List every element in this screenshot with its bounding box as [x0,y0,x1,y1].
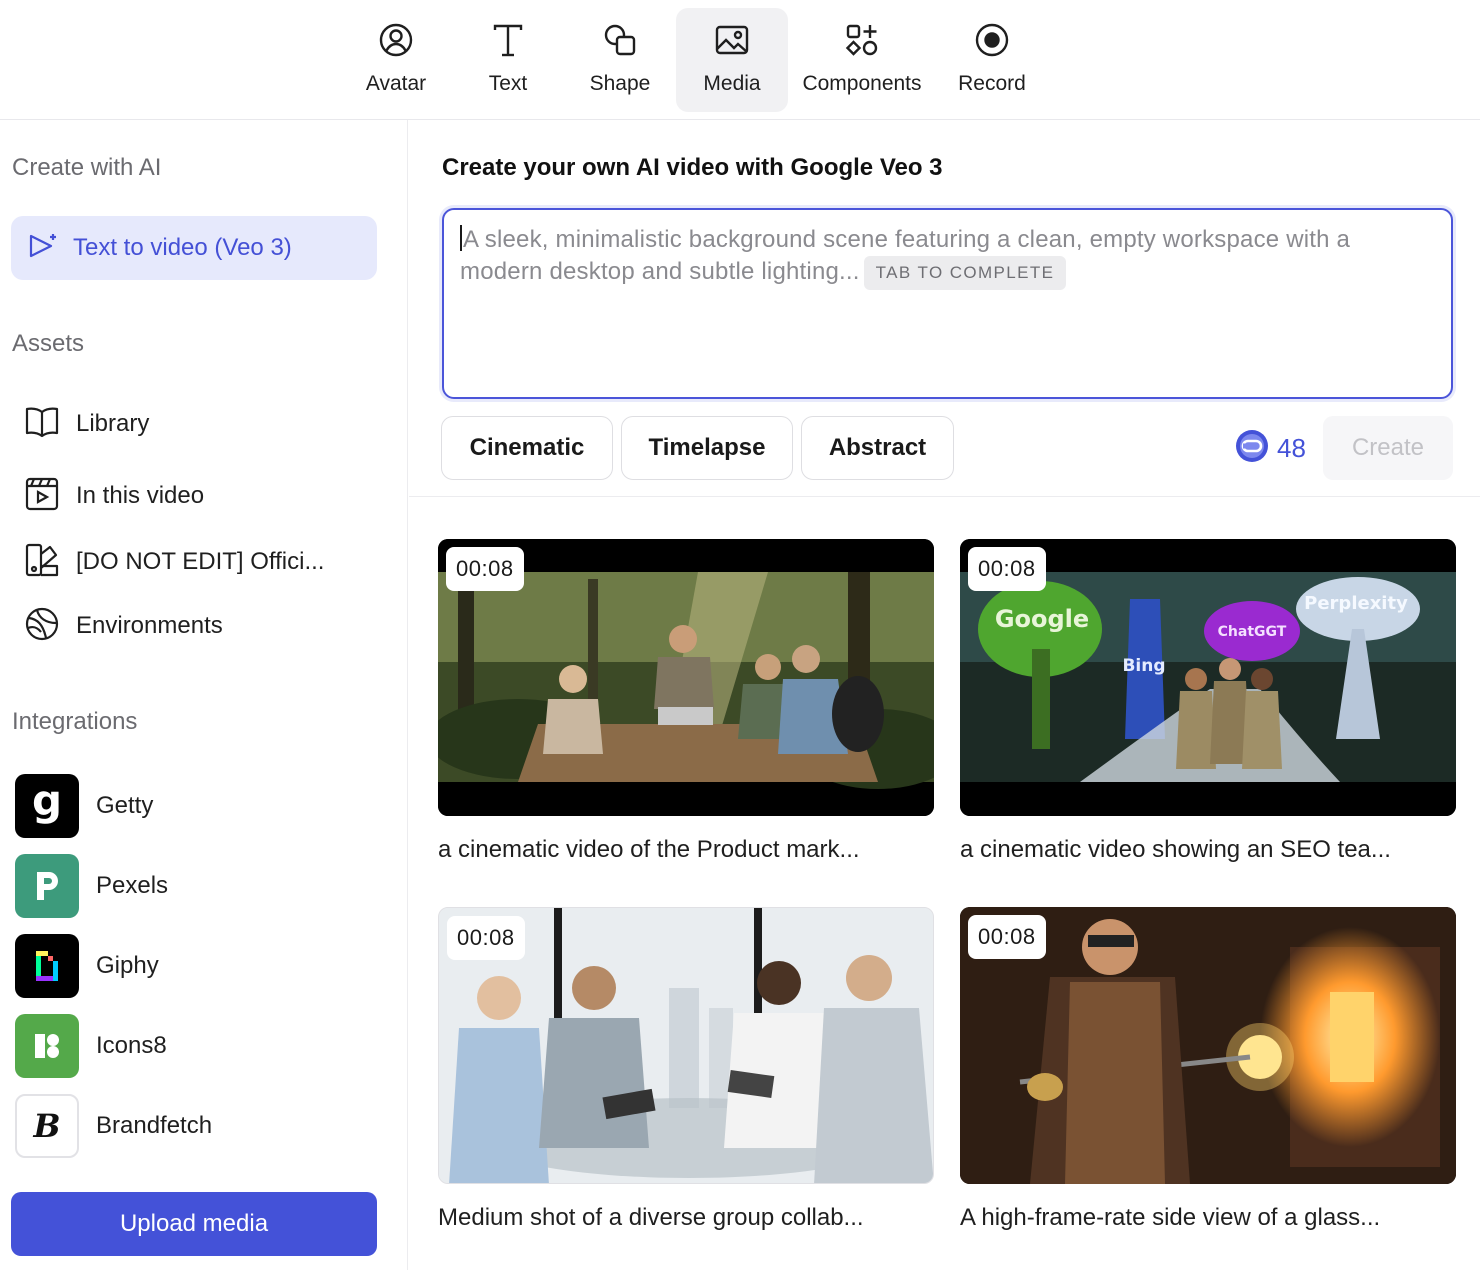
media-icon [714,22,750,58]
asset-label: [DO NOT EDIT] Offici... [76,548,325,575]
video-caption: a cinematic video of the Product mark... [438,836,860,863]
style-chip-cinematic[interactable]: Cinematic [441,416,613,480]
tool-label: Avatar [365,72,427,95]
components-icon [844,22,880,58]
video-frame-icon [24,476,60,517]
asset-brand-kit[interactable]: [DO NOT EDIT] Offici... [24,540,324,584]
giphy-logo [15,934,79,998]
perplexity-label: Perplexity [1304,593,1408,614]
asset-in-this-video[interactable]: In this video [24,474,204,518]
main-panel: Create your own AI video with Google Veo… [409,120,1480,1270]
text-caret [460,225,462,251]
integration-label: Getty [96,792,154,819]
tool-media[interactable]: Media [676,8,788,112]
shape-icon [602,22,638,58]
asset-label: In this video [76,482,205,509]
text-icon [490,22,526,58]
integration-label: Icons8 [96,1032,167,1059]
bing-label: Bing [1122,656,1165,676]
tool-shape[interactable]: Shape [564,8,676,112]
tool-label: Media [703,72,761,95]
tool-record[interactable]: Record [936,8,1048,112]
asset-environments[interactable]: Environments [24,604,223,648]
video-thumbnail[interactable]: Google Bing ChatGGT Perplexity 00:08 [960,539,1456,816]
video-duration: 00:08 [968,915,1046,959]
upload-media-button[interactable]: Upload media [11,1192,377,1256]
tool-text[interactable]: Text [452,8,564,112]
video-card[interactable]: 00:08 a cinematic video of the Product m… [438,539,934,864]
integration-label: Giphy [96,952,159,979]
svg-text:B: B [32,1107,60,1145]
credits-counter: 48 [1235,429,1306,468]
text-to-video-button[interactable]: Text to video (Veo 3) [11,216,377,280]
create-button[interactable]: Create [1323,416,1453,480]
section-title-assets: Assets [12,330,85,357]
credits-count: 48 [1277,432,1306,463]
video-duration: 00:08 [447,916,525,960]
tool-label: Shape [589,72,651,95]
chatgpt-label: ChatGGT [1218,624,1287,640]
section-title-create: Create with AI [12,154,162,181]
style-chip-abstract[interactable]: Abstract [801,416,954,480]
video-thumbnail[interactable]: 00:08 [438,539,934,816]
asset-label: Library [76,410,150,437]
integration-giphy[interactable]: Giphy [15,934,159,998]
video-card[interactable]: 00:08 A high-frame-rate side view of a g… [960,907,1456,1232]
record-icon [974,22,1010,58]
google-label: Google [995,605,1089,633]
top-toolbar: Avatar Text Shape Media Components Recor… [0,0,1480,120]
tool-label: Components [802,72,922,95]
integration-pexels[interactable]: Pexels [15,854,168,918]
getty-logo: g [15,774,79,838]
video-duration: 00:08 [968,547,1046,591]
prompt-input[interactable]: A sleek, minimalistic background scene f… [442,208,1453,399]
brandfetch-logo: B [15,1094,79,1158]
avatar-icon [378,22,414,58]
video-duration: 00:08 [446,547,524,591]
video-caption: Medium shot of a diverse group collab... [438,1204,864,1231]
video-card[interactable]: Google Bing ChatGGT Perplexity 00:08 a c… [960,539,1456,864]
asset-label: Environments [76,612,223,639]
tool-components[interactable]: Components [790,8,934,112]
section-title-integrations: Integrations [12,708,138,735]
integration-label: Pexels [96,872,169,899]
integration-brandfetch[interactable]: B Brandfetch [15,1094,212,1158]
globe-icon [24,606,60,647]
tool-label: Text [488,72,528,95]
sparkle-play-icon [27,232,59,265]
text-to-video-label: Text to video (Veo 3) [73,234,292,261]
page-title: Create your own AI video with Google Veo… [442,154,943,181]
credits-icon [1235,429,1269,468]
video-thumbnail[interactable]: 00:08 [960,907,1456,1184]
sidebar: Create with AI Text to video (Veo 3) Ass… [0,120,408,1270]
divider [409,496,1480,497]
video-thumbnail[interactable]: 00:08 [438,907,934,1184]
asset-library[interactable]: Library [24,402,149,446]
tab-complete-badge[interactable]: TAB TO COMPLETE [863,256,1067,290]
pexels-logo [15,854,79,918]
brand-kit-icon [24,542,60,583]
integration-icons8[interactable]: Icons8 [15,1014,167,1078]
video-caption: a cinematic video showing an SEO tea... [960,836,1391,863]
integration-getty[interactable]: g Getty [15,774,153,838]
tool-avatar[interactable]: Avatar [340,8,452,112]
video-card[interactable]: 00:08 Medium shot of a diverse group col… [438,907,934,1232]
icons8-logo [15,1014,79,1078]
svg-text:g: g [32,781,62,825]
book-icon [24,405,60,444]
style-chip-timelapse[interactable]: Timelapse [621,416,793,480]
tool-label: Record [958,72,1026,95]
video-caption: A high-frame-rate side view of a glass..… [960,1204,1381,1231]
integration-label: Brandfetch [96,1112,213,1139]
